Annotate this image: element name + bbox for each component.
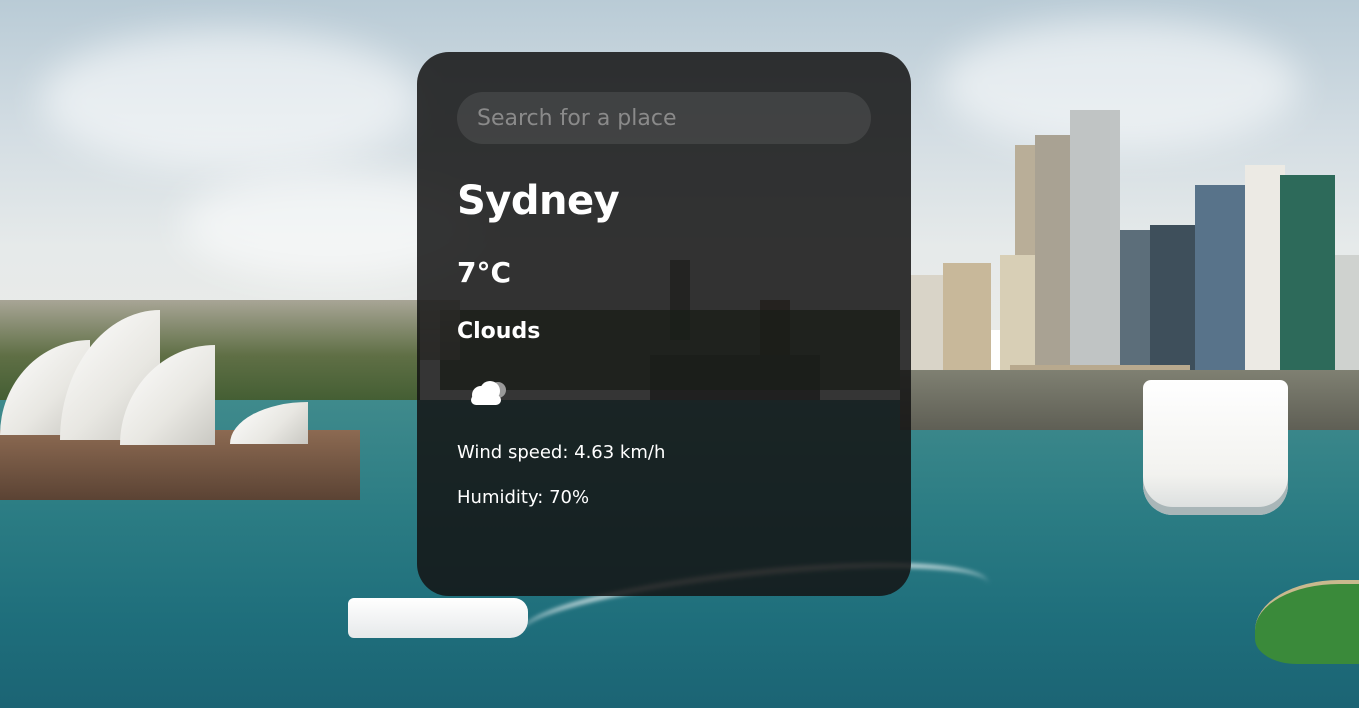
cruise-ship — [1143, 380, 1288, 515]
humidity: Humidity: 70% — [457, 487, 590, 508]
circular-quay — [900, 370, 1359, 430]
city-skyline — [910, 110, 1359, 405]
weather-description: Clouds — [457, 319, 541, 344]
city-name: Sydney — [457, 178, 620, 224]
weather-card: Sydney 7°C Clouds Wind speed: 4.63 km/h … — [417, 52, 911, 596]
temperature: 7°C — [457, 256, 512, 289]
wind-speed: Wind speed: 4.63 km/h — [457, 442, 666, 463]
cloud — [40, 30, 420, 170]
search-input[interactable] — [457, 92, 871, 144]
ferry-boat — [348, 598, 528, 638]
clouds-icon — [467, 378, 511, 408]
